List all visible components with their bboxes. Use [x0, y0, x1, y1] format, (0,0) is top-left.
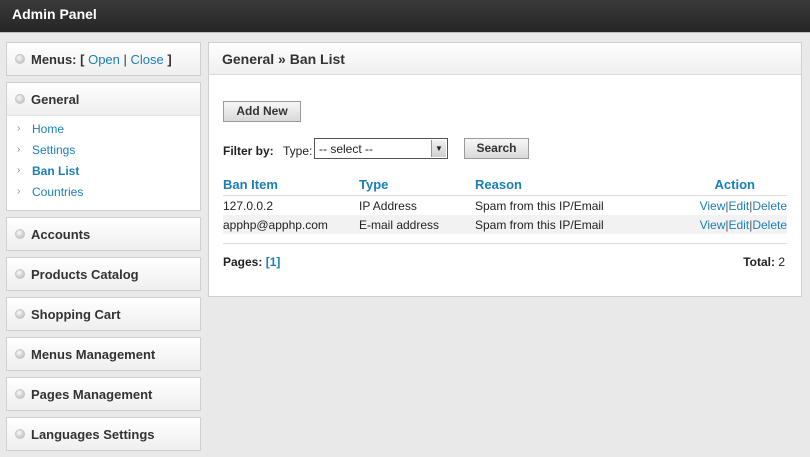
- sidebar-item-label: Countries: [32, 185, 84, 199]
- bullet-icon: [15, 54, 25, 64]
- main-panel: General » Ban List Add New Filter by: Ty…: [208, 42, 802, 297]
- dropdown-arrow-icon[interactable]: ▼: [431, 140, 446, 157]
- type-select[interactable]: -- select -- ▼: [314, 138, 448, 159]
- menus-open-link[interactable]: Open: [88, 52, 120, 67]
- cell-ban-item: 127.0.0.2: [223, 198, 274, 213]
- general-box: General › Home › Settings › Ban List › C…: [6, 82, 201, 211]
- total-count: Total: 2: [743, 255, 785, 269]
- sidebar-section-menus-management[interactable]: Menus Management: [6, 337, 201, 371]
- page-title: General » Ban List: [209, 43, 801, 75]
- menus-separator: |: [123, 52, 127, 67]
- edit-link[interactable]: Edit: [729, 199, 750, 213]
- type-select-value: -- select --: [319, 142, 373, 156]
- delete-link[interactable]: Delete: [752, 199, 787, 213]
- bullet-icon: [15, 429, 25, 439]
- column-header-ban-item[interactable]: Ban Item: [223, 174, 359, 196]
- table-header-row: Ban Item Type Reason Action: [223, 174, 787, 196]
- total-label: Total:: [743, 255, 775, 269]
- view-link[interactable]: View: [700, 199, 726, 213]
- section-label: Pages Management: [31, 387, 153, 402]
- sidebar-section-accounts[interactable]: Accounts: [6, 217, 201, 251]
- top-bar: Admin Panel: [0, 0, 810, 32]
- sidebar: Menus: [ Open | Close ] General › Home ›…: [6, 42, 201, 457]
- pagination: Pages: [1]: [223, 255, 280, 269]
- column-header-type[interactable]: Type: [359, 174, 475, 196]
- bullet-icon: [15, 229, 25, 239]
- menus-box: Menus: [ Open | Close ]: [6, 42, 201, 76]
- menus-close-link[interactable]: Close: [131, 52, 164, 67]
- general-submenu: › Home › Settings › Ban List › Countries: [7, 115, 200, 210]
- cell-ban-item: apphp@apphp.com: [223, 215, 359, 234]
- chevron-right-icon: ›: [17, 123, 21, 134]
- bullet-icon: [15, 269, 25, 279]
- app-title: Admin Panel: [12, 6, 97, 22]
- cell-reason: Spam from this IP/Email: [475, 215, 665, 234]
- bullet-icon: [15, 349, 25, 359]
- ban-list-table: Ban Item Type Reason Action 127.0.0.2 IP…: [223, 174, 787, 234]
- section-label: Accounts: [31, 227, 91, 242]
- delete-link[interactable]: Delete: [752, 218, 787, 232]
- top-bar-divider: [0, 32, 810, 33]
- page-link-1[interactable]: [1]: [266, 255, 281, 269]
- general-title: General: [31, 92, 80, 107]
- column-header-action: Action: [665, 174, 787, 196]
- sidebar-item-countries[interactable]: › Countries: [7, 183, 200, 204]
- total-value: 2: [778, 255, 785, 269]
- table-row: apphp@apphp.com E-mail address Spam from…: [223, 215, 787, 234]
- filter-label: Filter by:: [223, 144, 274, 158]
- table-row: 127.0.0.2 IP Address Spam from this IP/E…: [223, 196, 787, 216]
- chevron-right-icon: ›: [17, 144, 21, 155]
- sidebar-section-pages-management[interactable]: Pages Management: [6, 377, 201, 411]
- bullet-icon: [15, 389, 25, 399]
- sidebar-item-label: Home: [32, 122, 65, 136]
- cell-type: IP Address: [359, 198, 417, 213]
- sidebar-section-shopping-cart[interactable]: Shopping Cart: [6, 297, 201, 331]
- cell-actions: View|Edit|Delete: [665, 215, 787, 234]
- pages-label: Pages:: [223, 255, 263, 269]
- table-divider: [223, 243, 787, 244]
- sidebar-item-label: Ban List: [32, 164, 80, 178]
- sidebar-item-home[interactable]: › Home: [7, 120, 200, 141]
- sidebar-section-languages-settings[interactable]: Languages Settings: [6, 417, 201, 451]
- cell-type: E-mail address: [359, 215, 475, 234]
- chevron-right-icon: ›: [17, 186, 21, 197]
- section-label: Menus Management: [31, 347, 156, 362]
- section-label: Products Catalog: [31, 267, 139, 282]
- edit-link[interactable]: Edit: [729, 218, 750, 232]
- sidebar-item-settings[interactable]: › Settings: [7, 141, 200, 162]
- section-label: Shopping Cart: [31, 307, 121, 322]
- type-label: Type:: [283, 144, 313, 158]
- column-header-reason[interactable]: Reason: [475, 174, 665, 196]
- bullet-icon: [15, 309, 25, 319]
- cell-reason: Spam from this IP/Email: [475, 198, 604, 213]
- view-link[interactable]: View: [700, 218, 726, 232]
- menus-label: Menus: [: [31, 52, 85, 67]
- sidebar-section-products-catalog[interactable]: Products Catalog: [6, 257, 201, 291]
- general-header[interactable]: General: [7, 83, 200, 115]
- menus-end-bracket: ]: [167, 52, 172, 67]
- cell-actions: View|Edit|Delete: [665, 196, 787, 216]
- bullet-icon: [15, 94, 25, 104]
- search-button[interactable]: Search: [464, 138, 529, 159]
- section-label: Languages Settings: [31, 427, 155, 442]
- add-new-button[interactable]: Add New: [223, 101, 301, 122]
- menus-header: Menus: [ Open | Close ]: [7, 43, 200, 75]
- sidebar-item-label: Settings: [32, 143, 76, 157]
- chevron-right-icon: ›: [17, 165, 21, 176]
- sidebar-item-ban-list[interactable]: › Ban List: [7, 162, 200, 183]
